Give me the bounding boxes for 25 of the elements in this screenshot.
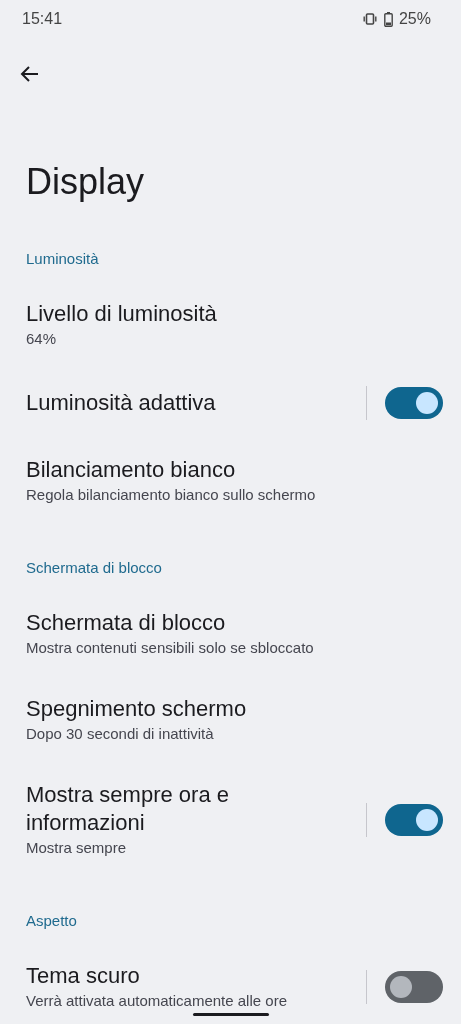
setting-title[interactable]: Livello di luminosità [26, 300, 443, 328]
section-header: Schermata di blocco [25, 558, 163, 578]
setting-title[interactable]: Schermata di blocco [26, 609, 443, 637]
clock: 15:41 [22, 10, 63, 28]
section-header: Luminosità [25, 249, 100, 269]
setting-title[interactable]: Bilanciamento bianco [26, 456, 443, 484]
setting-summary: Mostra sempre [26, 838, 128, 858]
setting-title[interactable]: Tema scuro [26, 962, 346, 990]
setting-summary: Regola bilanciamento bianco sullo schermo [26, 485, 317, 505]
section-header: Aspetto [25, 911, 78, 931]
toggle-switch[interactable] [385, 387, 443, 419]
battery-level: 25% [398, 10, 431, 28]
toggle-switch[interactable] [385, 804, 443, 836]
setting-summary: Dopo 30 secondi di inattività [26, 724, 215, 744]
setting-title[interactable]: Spegnimento schermo [26, 695, 443, 723]
setting-summary: Mostra contenuti sensibili solo se sbloccato [26, 638, 315, 658]
setting-title[interactable]: Luminosità adattiva [26, 389, 346, 417]
setting-summary: 64% [26, 329, 58, 349]
battery-icon [383, 11, 393, 27]
vibrate-icon [361, 13, 378, 25]
setting-title[interactable]: Mostra sempre ora e informazioni [26, 781, 346, 837]
gesture-handle[interactable] [193, 1013, 269, 1016]
setting-summary: Verrà attivata automaticamente alle ore [26, 991, 288, 1011]
toggle-switch[interactable] [385, 971, 443, 1003]
page-title: Display [26, 160, 146, 204]
